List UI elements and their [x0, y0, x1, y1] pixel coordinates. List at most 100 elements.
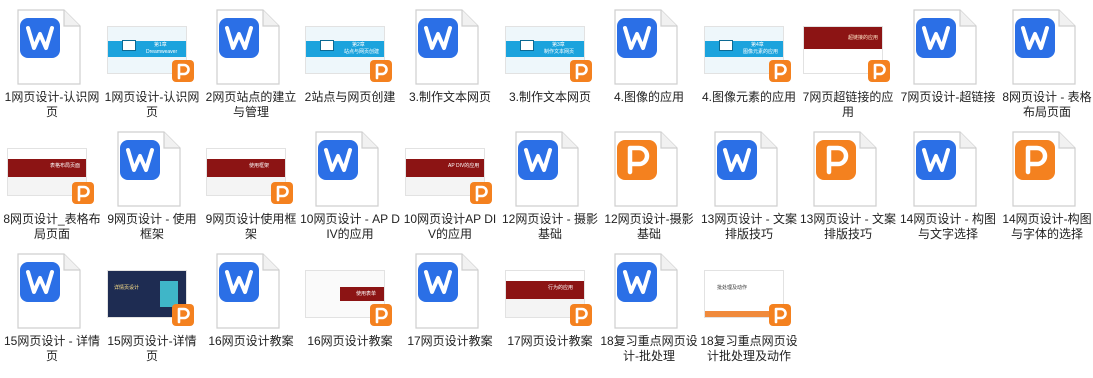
presentation-badge-icon [172, 304, 194, 326]
file-thumbnail [203, 248, 299, 332]
wps-writer-icon [1011, 8, 1077, 86]
file-thumbnail [900, 126, 996, 210]
file-item[interactable]: 16网页设计教案 [203, 248, 299, 370]
file-item[interactable]: 13网页设计 - 文案排版技巧 [701, 126, 797, 248]
file-item[interactable]: 1网页设计-认识网页 [4, 4, 100, 126]
file-name-label: 9网页设计使用框架 [205, 212, 297, 241]
wps-writer-icon [613, 8, 679, 86]
wps-presentation-icon [1011, 130, 1077, 208]
slide-title-text: 制作文本网页 [544, 49, 575, 55]
file-item[interactable]: 第1章 Dreamweaver 1网页设计-认识网页 [104, 4, 200, 126]
file-grid: 1网页设计-认识网页 第1章 Dreamweaver 1网页设计-认识网页 2网页站点的… [0, 0, 1093, 378]
file-item[interactable]: 使用框架 9网页设计使用框架 [203, 126, 299, 248]
wps-writer-icon [314, 130, 380, 208]
file-name-label: 8网页设计_表格布局页面 [3, 212, 101, 241]
file-item[interactable]: 15网页设计 - 详情页 [4, 248, 100, 370]
file-item[interactable]: 4.图像的应用 [601, 4, 697, 126]
file-item[interactable]: 17网页设计教案 [402, 248, 498, 370]
file-thumbnail: 第3章 制作文本网页 [502, 4, 598, 88]
wps-writer-icon [414, 8, 480, 86]
wps-writer-icon [215, 252, 281, 330]
file-name-label: 4.图像的应用 [613, 90, 684, 104]
file-name-label: 10网页设计 - AP DIV的应用 [300, 212, 400, 241]
file-thumbnail: 批处理及动作 [701, 248, 797, 332]
file-item[interactable]: 8网页设计 - 表格布局页面 [999, 4, 1093, 126]
file-item[interactable]: 使用表单 16网页设计教案 [302, 248, 398, 370]
slide-title-text: 站点与网页创建 [344, 49, 380, 55]
file-thumbnail: 第2章 站点与网页创建 [302, 4, 398, 88]
file-item[interactable]: 14网页设计 - 构图与文字选择 [900, 126, 996, 248]
file-name-label: 3.制作文本网页 [508, 90, 591, 104]
file-item[interactable]: 14网页设计-构图与字体的选择 [999, 126, 1093, 248]
slide-title-text: 详情页设计 [114, 285, 140, 291]
slide-title-text: Dreamweaver [146, 49, 178, 55]
file-thumbnail [701, 126, 797, 210]
file-thumbnail: 表格布局页面 [4, 126, 100, 210]
file-thumbnail [402, 248, 498, 332]
file-item[interactable]: 18复习重点网页设计-批处理 [600, 248, 698, 370]
file-name-label: 1网页设计-认识网页 [104, 90, 200, 119]
file-name-label: 3.制作文本网页 [408, 90, 491, 104]
presentation-badge-icon [769, 304, 791, 326]
file-thumbnail [402, 4, 498, 88]
wps-writer-icon [514, 130, 580, 208]
presentation-badge-icon [72, 182, 94, 204]
file-item[interactable]: 9网页设计 - 使用框架 [104, 126, 200, 248]
file-item[interactable]: 第2章 站点与网页创建 2站点与网页创建 [302, 4, 398, 126]
file-item[interactable]: 超链接的应用 7网页超链接的应用 [800, 4, 896, 126]
file-name-label: 18复习重点网页设计批处理及动作 [700, 334, 798, 363]
file-name-label: 15网页设计-详情页 [107, 334, 197, 363]
file-thumbnail: 使用表单 [302, 248, 398, 332]
file-item[interactable]: 3.制作文本网页 [402, 4, 498, 126]
file-item[interactable]: 7网页设计-超链接 [900, 4, 996, 126]
file-name-label: 13网页设计 - 文案排版技巧 [799, 212, 896, 241]
file-item[interactable]: 行为的应用 17网页设计教案 [502, 248, 598, 370]
file-name-label: 7网页超链接的应用 [802, 90, 894, 119]
wps-writer-icon [116, 130, 182, 208]
file-name-label: 17网页设计教案 [507, 334, 593, 348]
file-item[interactable]: 12网页设计 - 摄影基础 [502, 126, 598, 248]
file-thumbnail [104, 126, 200, 210]
wps-writer-icon [215, 8, 281, 86]
file-item[interactable]: 12网页设计-摄影基础 [601, 126, 697, 248]
file-name-label: 16网页设计教案 [307, 334, 393, 348]
slide-title-text: 图像元素的应用 [743, 49, 779, 55]
file-item[interactable]: 10网页设计 - AP DIV的应用 [300, 126, 400, 248]
wps-writer-icon [912, 8, 978, 86]
wps-writer-icon [912, 130, 978, 208]
file-thumbnail: 超链接的应用 [800, 4, 896, 88]
slide-title-text: 批处理及动作 [717, 285, 748, 291]
file-thumbnail [4, 248, 100, 332]
file-thumbnail: 第1章 Dreamweaver [104, 4, 200, 88]
file-name-label: 10网页设计AP DIV的应用 [403, 212, 497, 241]
slide-title-text: 第2章 [352, 42, 365, 48]
slide-title-text: 行为的应用 [548, 285, 574, 291]
file-item[interactable]: 详情页设计 15网页设计-详情页 [104, 248, 200, 370]
file-thumbnail [502, 126, 598, 210]
file-thumbnail [601, 4, 697, 88]
file-name-label: 16网页设计教案 [208, 334, 294, 348]
file-name-label: 17网页设计教案 [407, 334, 493, 348]
file-item[interactable]: 第3章 制作文本网页 3.制作文本网页 [502, 4, 598, 126]
presentation-badge-icon [570, 60, 592, 82]
file-name-label: 12网页设计-摄影基础 [604, 212, 694, 241]
wps-writer-icon [713, 130, 779, 208]
presentation-badge-icon [868, 60, 890, 82]
wps-presentation-icon [812, 130, 878, 208]
file-item[interactable]: 表格布局页面 8网页设计_表格布局页面 [3, 126, 101, 248]
slide-title-text: 第3章 [552, 42, 565, 48]
file-item[interactable]: 第4章 图像元素的应用 4.图像元素的应用 [701, 4, 797, 126]
wps-presentation-icon [613, 130, 679, 208]
file-item[interactable]: 13网页设计 - 文案排版技巧 [800, 126, 896, 248]
file-name-label: 2站点与网页创建 [304, 90, 396, 104]
file-item[interactable]: 批处理及动作 18复习重点网页设计批处理及动作 [700, 248, 798, 370]
presentation-badge-icon [470, 182, 492, 204]
file-thumbnail: 详情页设计 [104, 248, 200, 332]
file-name-label: 1网页设计-认识网页 [4, 90, 100, 119]
file-thumbnail [302, 126, 398, 210]
slide-title-text: 使用表单 [356, 291, 377, 297]
file-item[interactable]: AP DIV的应用 10网页设计AP DIV的应用 [402, 126, 498, 248]
file-item[interactable]: 2网页站点的建立与管理 [203, 4, 299, 126]
file-name-label: 13网页设计 - 文案排版技巧 [700, 212, 797, 241]
file-thumbnail [601, 126, 697, 210]
